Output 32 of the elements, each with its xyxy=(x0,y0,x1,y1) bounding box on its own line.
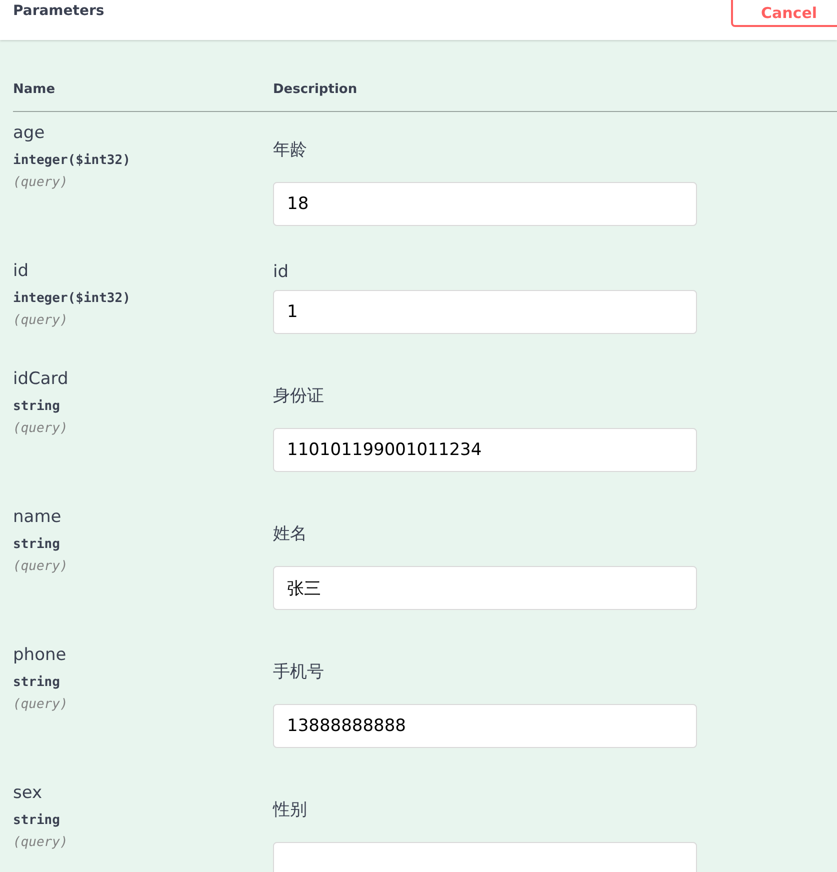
column-header: Name xyxy=(13,82,56,97)
parameter-name: phone xyxy=(13,644,68,666)
parameter-location: (query) xyxy=(13,558,69,576)
parameter-type: string xyxy=(13,398,61,416)
parameter-type: string xyxy=(13,674,61,692)
column-header: Description xyxy=(273,82,358,97)
parameter-description: 姓名 xyxy=(273,524,307,544)
parameter-location: (query) xyxy=(13,834,69,852)
input-field[interactable]: 张三 xyxy=(273,566,697,610)
parameter-name: id xyxy=(13,260,30,282)
parameter-location: (query) xyxy=(13,420,69,438)
parameter-type: string xyxy=(13,812,61,830)
input-field[interactable]: 110101199001011234 xyxy=(273,428,697,472)
parameter-description: 年龄 xyxy=(273,140,307,160)
parameter-description: 身份证 xyxy=(273,386,324,406)
parameter-type: integer($int32) xyxy=(13,152,132,170)
parameter-name: name xyxy=(13,506,62,528)
input-field[interactable]: 18 xyxy=(273,182,697,226)
section-title: Parameters xyxy=(13,3,104,19)
parameter-description: 性别 xyxy=(273,800,307,820)
parameter-location: (query) xyxy=(13,696,69,714)
parameter-type: integer($int32) xyxy=(13,290,132,308)
input-field[interactable]: 1 xyxy=(273,290,697,334)
parameter-type: string xyxy=(13,536,61,554)
parameter-name: age xyxy=(13,122,46,144)
parameter-location: (query) xyxy=(13,174,69,192)
parameter-location: (query) xyxy=(13,312,69,330)
parameter-name: sex xyxy=(13,782,44,804)
parameter-name: idCard xyxy=(13,368,70,390)
input-field[interactable]: 13888888888 xyxy=(273,704,697,748)
parameter-description: id xyxy=(273,262,289,282)
parameter-description: 手机号 xyxy=(273,662,324,682)
